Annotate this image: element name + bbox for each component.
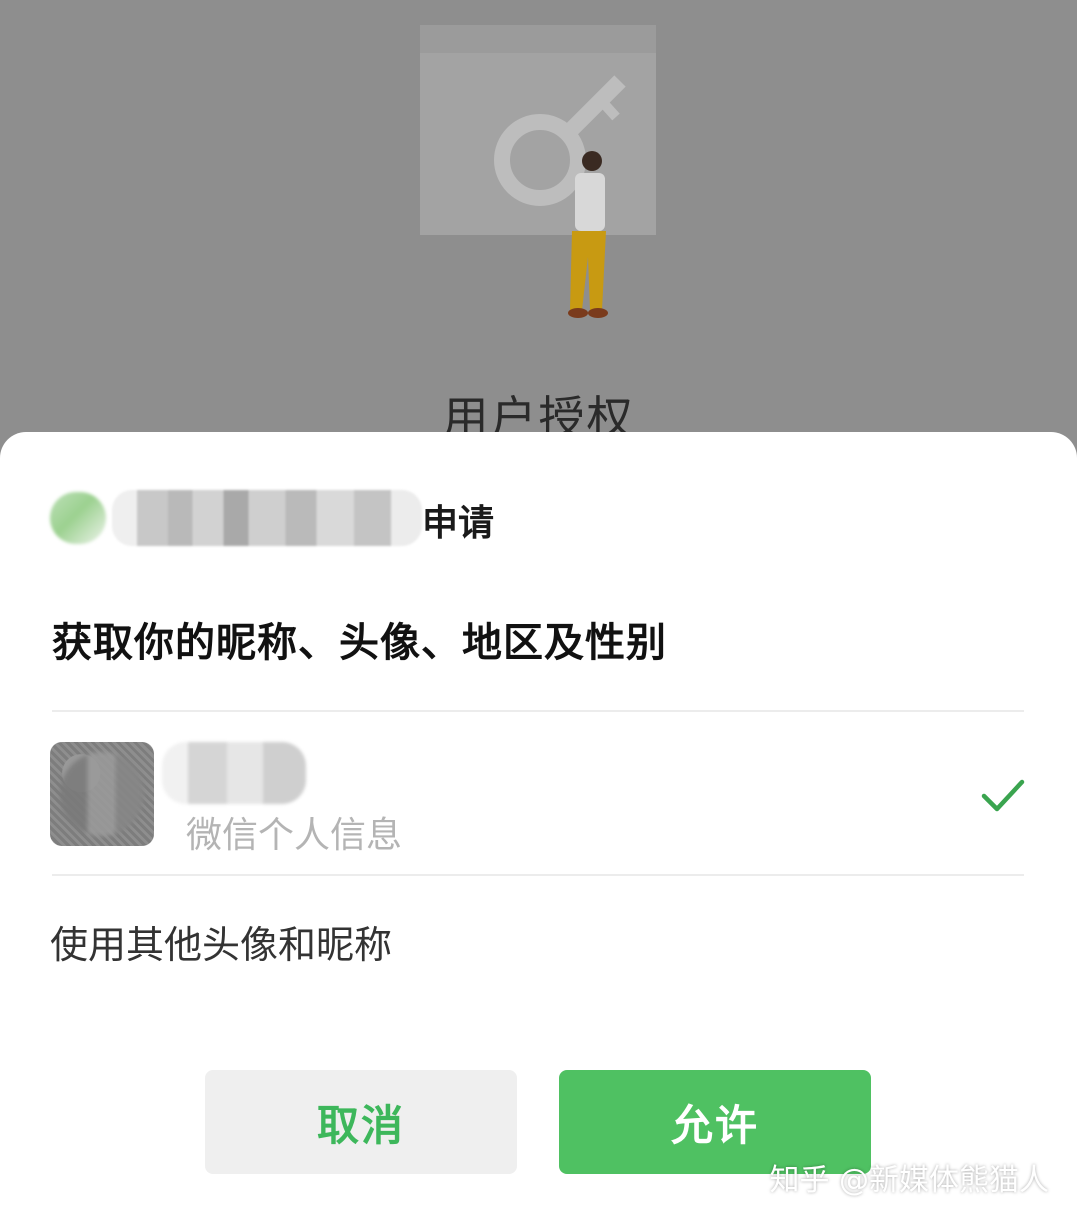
request-label: 申请 bbox=[422, 503, 495, 544]
nickname-redacted bbox=[162, 742, 306, 804]
authorization-illustration bbox=[420, 25, 656, 318]
wechat-profile-option[interactable]: 微信个人信息 bbox=[50, 740, 1025, 856]
divider bbox=[52, 710, 1024, 712]
watermark: 知乎 @新媒体熊猫人 bbox=[769, 1163, 1049, 1198]
authorization-sheet: 申请 获取你的昵称、头像、地区及性别 微信个人信息 使用其他头像和昵称 取消 允… bbox=[0, 432, 1077, 1225]
requester-row: 申请 bbox=[50, 490, 750, 546]
permission-description: 获取你的昵称、头像、地区及性别 bbox=[52, 620, 667, 666]
avatar-redacted bbox=[60, 752, 144, 836]
profile-sublabel: 微信个人信息 bbox=[186, 815, 403, 856]
mini-app-name-redacted bbox=[112, 490, 422, 546]
divider bbox=[52, 874, 1024, 876]
checkmark-icon bbox=[981, 779, 1025, 812]
use-other-avatar-option[interactable]: 使用其他头像和昵称 bbox=[50, 914, 392, 969]
mini-app-icon bbox=[50, 492, 106, 544]
cancel-button[interactable]: 取消 bbox=[205, 1070, 517, 1174]
avatar bbox=[50, 742, 154, 846]
background-page: 用户授权 bbox=[0, 0, 1077, 460]
